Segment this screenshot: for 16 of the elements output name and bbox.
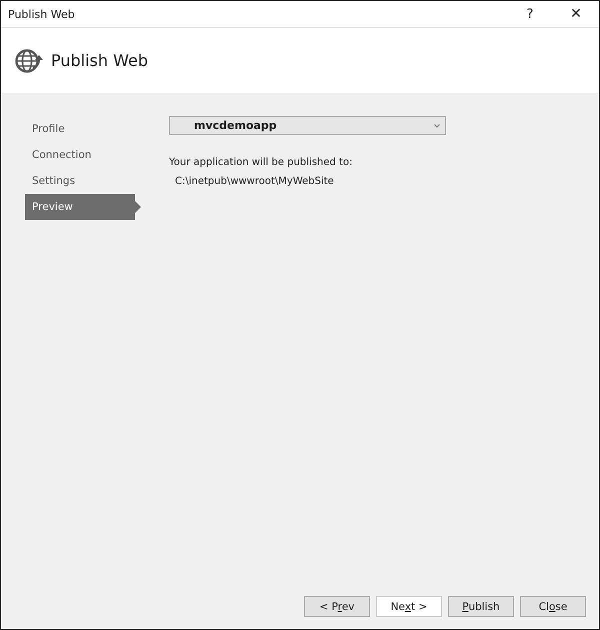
globe-upload-icon — [15, 48, 43, 74]
publish-path: C:\inetpub\wwwroot\MyWebSite — [174, 176, 335, 187]
close-button[interactable]: ✕ — [553, 1, 599, 27]
sidebar-item[interactable]: Profile — [25, 116, 141, 142]
sidebar-item[interactable]: Preview — [25, 194, 141, 220]
dialog-button[interactable]: Publish — [448, 596, 514, 617]
help-button[interactable]: ? — [507, 1, 553, 27]
sidebar-item[interactable]: Connection — [25, 142, 141, 168]
header-title: Publish Web — [51, 51, 148, 70]
publish-label: Your application will be published to: — [169, 157, 354, 168]
dialog-button[interactable]: < Prev — [304, 596, 370, 617]
sidebar-item[interactable]: Settings — [25, 168, 141, 194]
profile-dropdown[interactable]: mvcdemoapp — [169, 116, 446, 135]
window-title: Publish Web — [7, 8, 76, 20]
dialog-button[interactable]: Close — [520, 596, 586, 617]
caret-icon — [434, 124, 440, 128]
